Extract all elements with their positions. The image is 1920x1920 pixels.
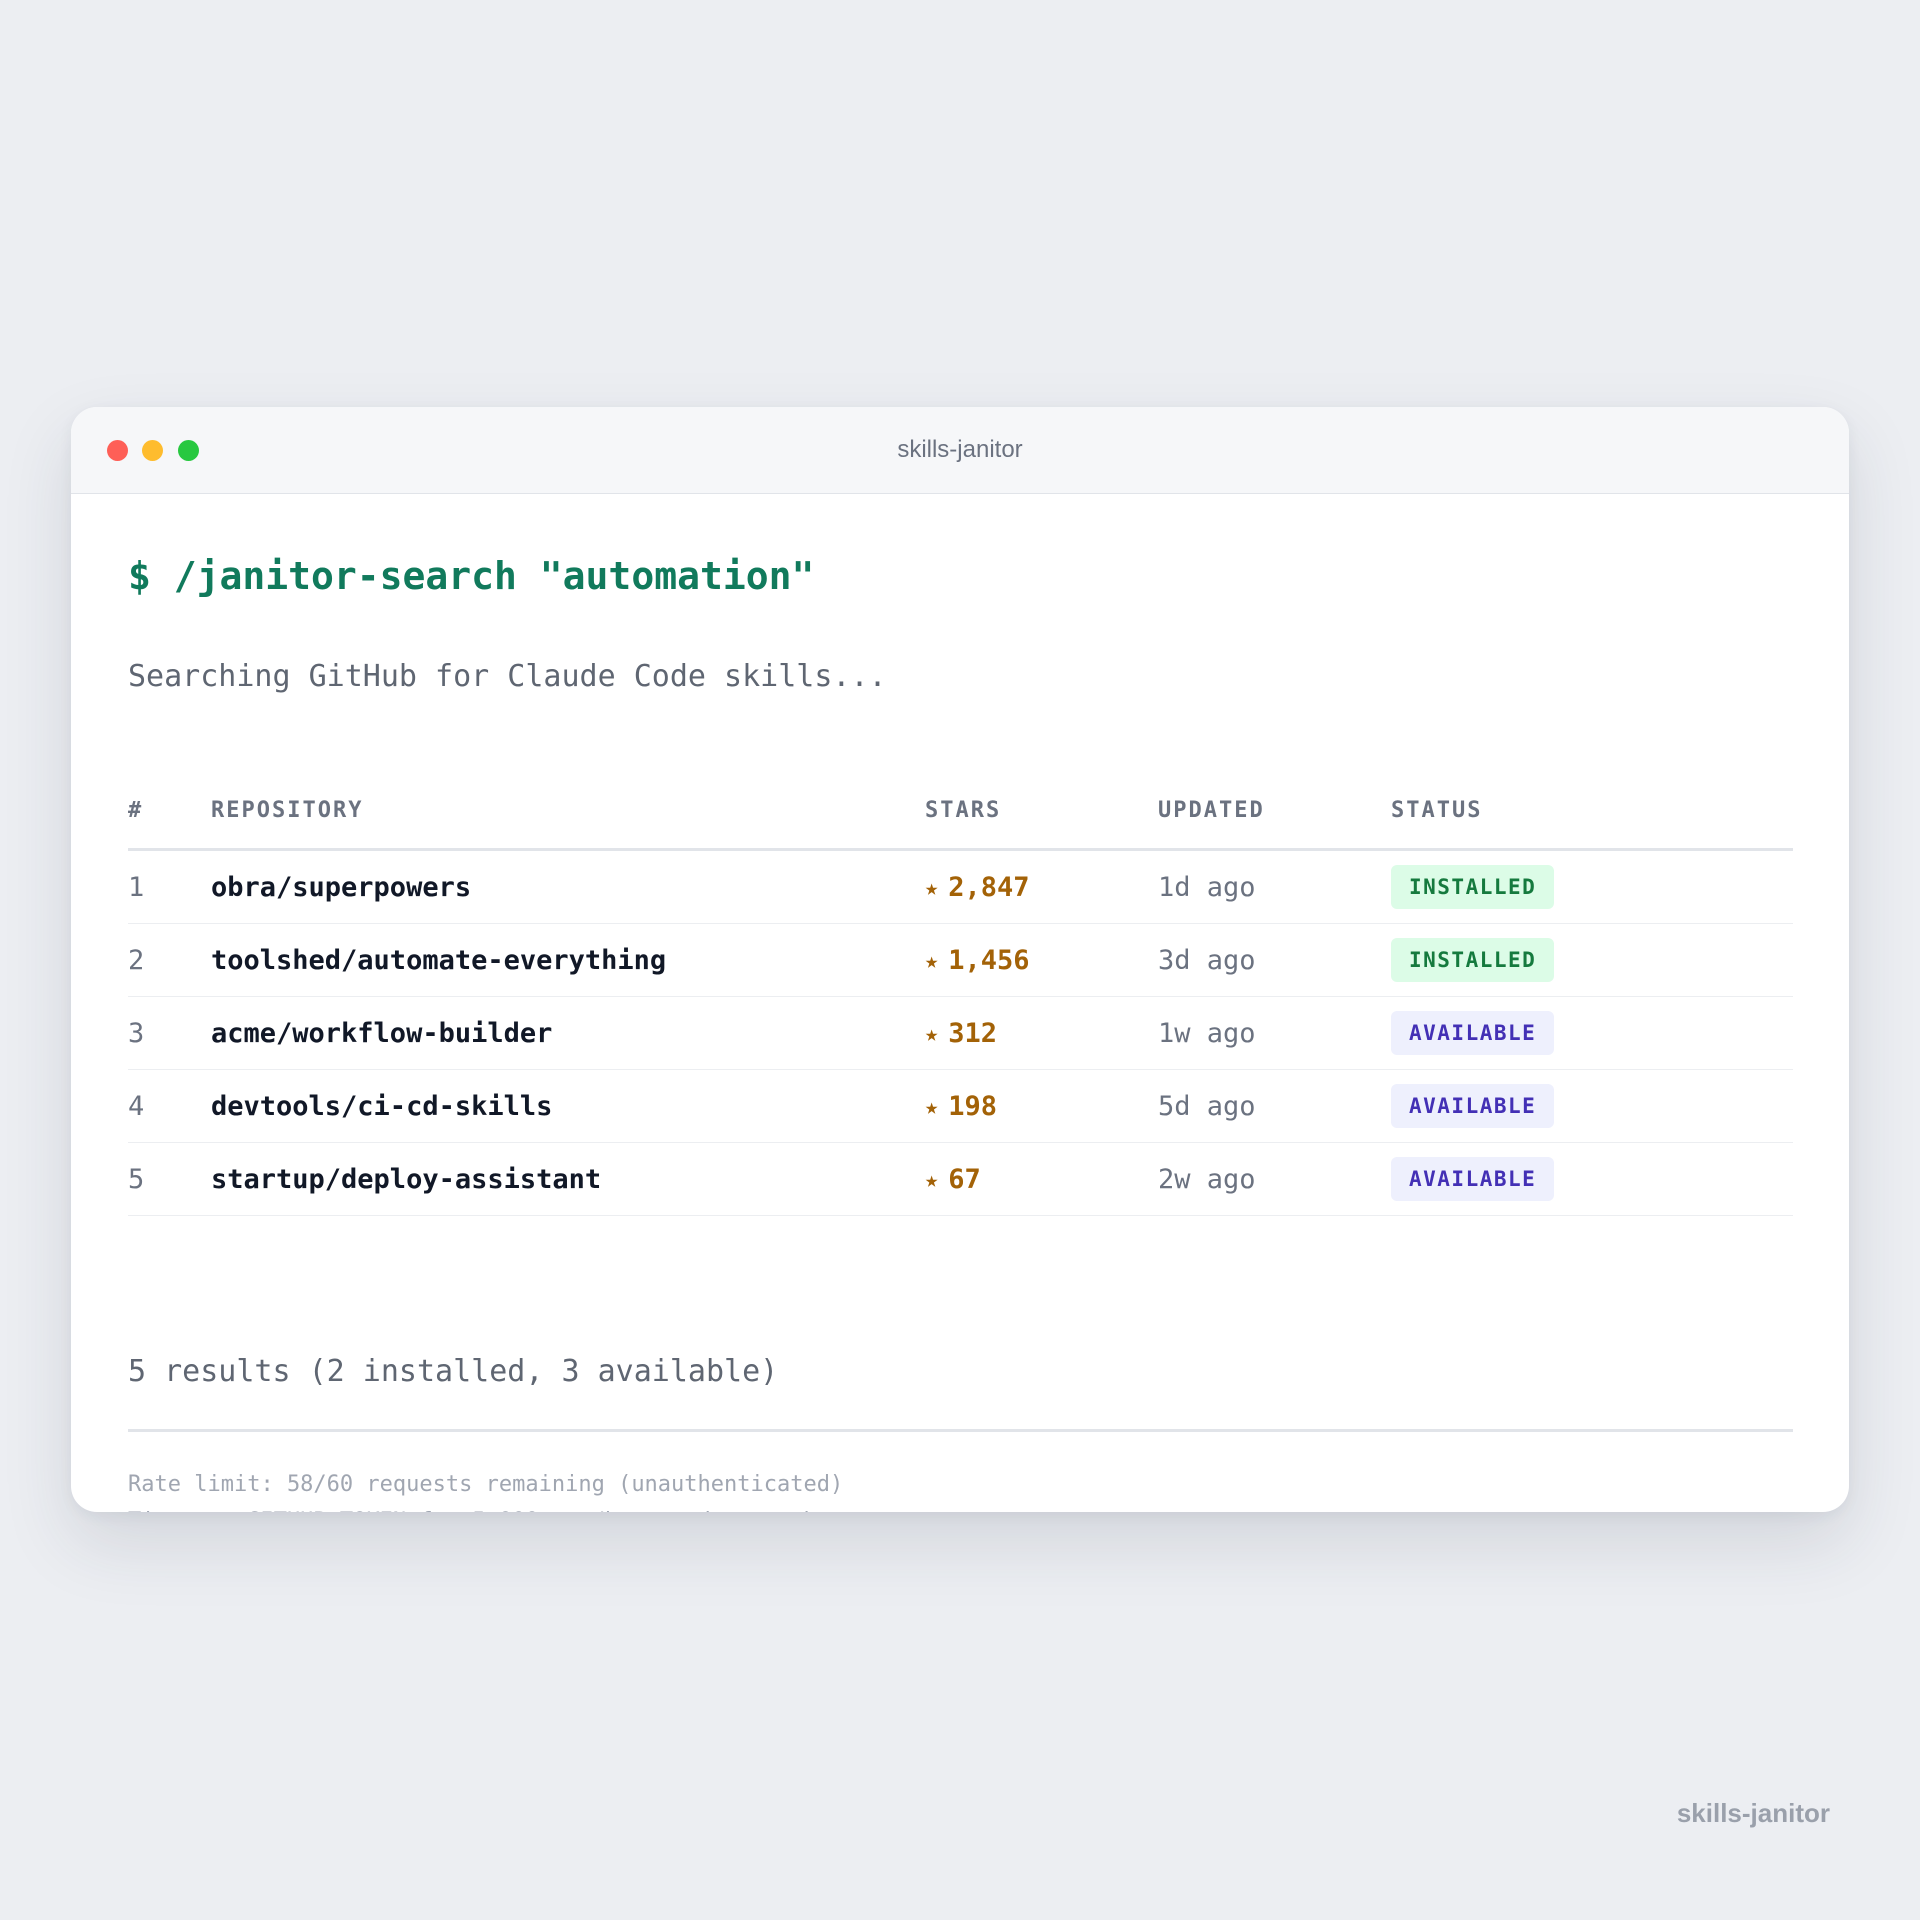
star-icon: ★ xyxy=(925,1167,939,1193)
stars-count: 67 xyxy=(948,1163,981,1195)
status-cell: AVAILABLE xyxy=(1391,996,1793,1070)
stars-cell: ★ 312 xyxy=(925,996,1158,1070)
stars-cell: ★ 2,847 xyxy=(925,849,1158,924)
header-number: # xyxy=(128,772,211,851)
status-badge: AVAILABLE xyxy=(1391,1157,1555,1201)
repository-name: acme/workflow-builder xyxy=(211,996,925,1070)
footer-notes: Rate limit: 58/60 requests remaining (un… xyxy=(128,1466,843,1512)
stars-cell: ★ 67 xyxy=(925,1142,1158,1216)
results-summary: 5 results (2 installed, 3 available) xyxy=(128,1354,779,1389)
status-cell: AVAILABLE xyxy=(1391,1069,1793,1143)
star-icon: ★ xyxy=(925,948,939,974)
table-row: 5 startup/deploy-assistant ★ 67 2w ago AV… xyxy=(128,1142,1793,1216)
row-number: 3 xyxy=(128,996,211,1070)
status-badge: INSTALLED xyxy=(1391,938,1555,982)
table-row: 4 devtools/ci-cd-skills ★ 198 5d ago AVAI… xyxy=(128,1069,1793,1143)
updated-time: 3d ago xyxy=(1158,923,1391,997)
table-row: 3 acme/workflow-builder ★ 312 1w ago AVAI… xyxy=(128,996,1793,1070)
updated-time: 5d ago xyxy=(1158,1069,1391,1143)
status-cell: INSTALLED xyxy=(1391,923,1793,997)
repository-name: obra/superpowers xyxy=(211,849,925,924)
results-table: # REPOSITORY STARS UPDATED STATUS 1 obra… xyxy=(128,772,1793,1216)
table-row: 2 toolshed/automate-everything ★ 1,456 3d… xyxy=(128,923,1793,997)
updated-time: 1d ago xyxy=(1158,849,1391,924)
header-repository: REPOSITORY xyxy=(211,772,925,851)
status-badge: AVAILABLE xyxy=(1391,1011,1555,1055)
stars-count: 198 xyxy=(948,1090,998,1122)
row-number: 2 xyxy=(128,923,211,997)
header-stars: STARS xyxy=(925,772,1158,851)
repository-name: startup/deploy-assistant xyxy=(211,1142,925,1216)
terminal-window: skills-janitor $ /janitor-search "automa… xyxy=(71,407,1849,1512)
stars-cell: ★ 1,456 xyxy=(925,923,1158,997)
updated-time: 2w ago xyxy=(1158,1142,1391,1216)
rate-limit-text: Rate limit: 58/60 requests remaining (un… xyxy=(128,1472,844,1497)
table-row: 1 obra/superpowers ★ 2,847 1d ago INSTALL… xyxy=(128,849,1793,924)
stars-count: 2,847 xyxy=(948,871,1030,903)
status-line: Searching GitHub for Claude Code skills.… xyxy=(128,659,887,694)
window-title: skills-janitor xyxy=(897,436,1023,463)
header-status: STATUS xyxy=(1391,772,1793,851)
repository-name: toolshed/automate-everything xyxy=(211,923,925,997)
stars-count: 1,456 xyxy=(948,944,1030,976)
stars-count: 312 xyxy=(948,1017,998,1049)
stars-cell: ★ 198 xyxy=(925,1069,1158,1143)
updated-time: 1w ago xyxy=(1158,996,1391,1070)
repository-name: devtools/ci-cd-skills xyxy=(211,1069,925,1143)
star-icon: ★ xyxy=(925,1021,939,1047)
star-icon: ★ xyxy=(925,875,939,901)
window-titlebar: skills-janitor xyxy=(71,407,1849,494)
command-line: $ /janitor-search "automation" xyxy=(128,554,815,598)
row-number: 4 xyxy=(128,1069,211,1143)
status-badge: INSTALLED xyxy=(1391,865,1555,909)
status-cell: INSTALLED xyxy=(1391,849,1793,924)
tip-text: Tip: set GITHUB_TOKEN for 5,000 req/hr +… xyxy=(128,1503,843,1512)
table-header-row: # REPOSITORY STARS UPDATED STATUS xyxy=(128,772,1793,851)
header-updated: UPDATED xyxy=(1158,772,1391,851)
row-number: 1 xyxy=(128,849,211,924)
status-badge: AVAILABLE xyxy=(1391,1084,1555,1128)
status-cell: AVAILABLE xyxy=(1391,1142,1793,1216)
brand-label: skills-janitor xyxy=(1676,1798,1830,1828)
divider xyxy=(128,1429,1793,1432)
star-icon: ★ xyxy=(925,1094,939,1120)
row-number: 5 xyxy=(128,1142,211,1216)
